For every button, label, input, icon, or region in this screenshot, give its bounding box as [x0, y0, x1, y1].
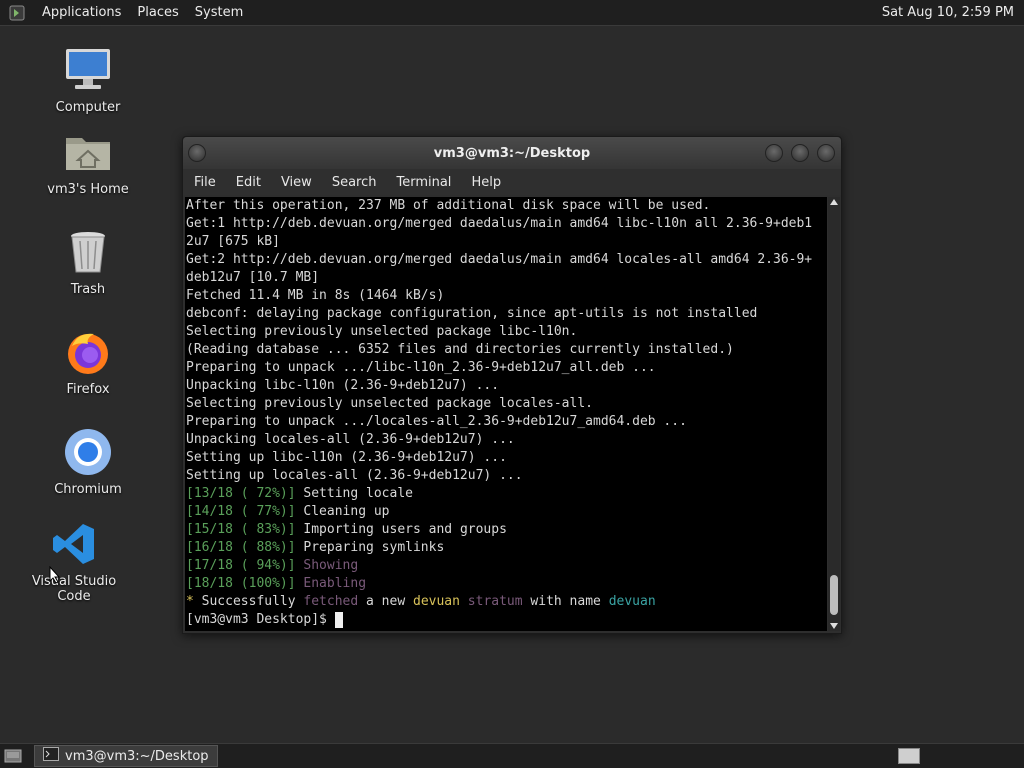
- taskbar-item-label: vm3@vm3:~/Desktop: [65, 748, 209, 764]
- desktop-icon-vscode[interactable]: Visual Studio Code: [14, 518, 134, 604]
- terminal-line: Fetched 11.4 MB in 8s (1464 kB/s): [186, 288, 445, 303]
- desktop-icon-chromium[interactable]: Chromium: [28, 426, 148, 497]
- progress-line: [15/18 ( 83%)] Importing users and group…: [186, 521, 827, 539]
- terminal-line: Unpacking libc-l10n (2.36-9+deb12u7) ...: [186, 378, 500, 393]
- places-menu[interactable]: Places: [129, 5, 186, 20]
- menu-search[interactable]: Search: [322, 175, 387, 190]
- terminal-scrollbar[interactable]: [828, 197, 840, 631]
- terminal-line: 2u7 [675 kB]: [186, 234, 280, 249]
- bottom-panel: vm3@vm3:~/Desktop: [0, 743, 1024, 768]
- progress-text: Cleaning up: [303, 504, 390, 519]
- success-text: with name: [522, 594, 609, 609]
- desktop-icon-label: Trash: [70, 282, 106, 297]
- terminal-line: Selecting previously unselected package …: [186, 324, 578, 339]
- prompt-line: [vm3@vm3 Desktop]$: [186, 611, 827, 629]
- system-menu[interactable]: System: [187, 5, 251, 20]
- close-button[interactable]: [817, 144, 835, 162]
- progress-line: [14/18 ( 77%)] Cleaning up: [186, 503, 827, 521]
- applications-menu[interactable]: Applications: [34, 5, 129, 20]
- success-text: a new: [358, 594, 413, 609]
- trash-icon: [62, 226, 114, 278]
- terminal-line: Selecting previously unselected package …: [186, 396, 593, 411]
- progress-line: [18/18 (100%)] Enabling: [186, 575, 827, 593]
- menu-logo-icon[interactable]: [8, 4, 26, 22]
- success-text: Successfully: [193, 594, 304, 609]
- progress-tag: [17/18 ( 94%)]: [186, 558, 296, 573]
- mouse-pointer-icon: [49, 566, 61, 584]
- terminal-line: (Reading database ... 6352 files and dir…: [186, 342, 734, 357]
- vscode-icon: [48, 518, 100, 570]
- minimize-button[interactable]: [765, 144, 783, 162]
- desktop-icon-firefox[interactable]: Firefox: [28, 326, 148, 397]
- window-title: vm3@vm3:~/Desktop: [433, 145, 591, 161]
- progress-tag: [15/18 ( 83%)]: [186, 522, 296, 537]
- progress-text: Enabling: [303, 576, 367, 591]
- show-desktop-icon[interactable]: [4, 748, 22, 764]
- terminal-line: Setting up locales-all (2.36-9+deb12u7) …: [186, 468, 523, 483]
- terminal-line: After this operation, 237 MB of addition…: [186, 198, 711, 213]
- menu-file[interactable]: File: [183, 175, 226, 190]
- success-word: fetched: [303, 594, 359, 609]
- scrollbar-thumb[interactable]: [830, 575, 838, 615]
- window-menubar: File Edit View Search Terminal Help: [183, 169, 841, 195]
- top-panel: Applications Places System Sat Aug 10, 2…: [0, 0, 1024, 26]
- desktop-icon-label: Computer: [55, 100, 121, 115]
- desktop-icon-computer[interactable]: Computer: [28, 44, 148, 115]
- progress-text: Preparing symlinks: [303, 540, 445, 555]
- terminal-line: Preparing to unpack .../locales-all_2.36…: [186, 414, 687, 429]
- progress-text: Setting locale: [303, 486, 413, 501]
- shell-prompt: [vm3@vm3 Desktop]$: [186, 612, 335, 627]
- text-cursor: [334, 611, 343, 628]
- progress-tag: [13/18 ( 72%)]: [186, 486, 296, 501]
- desktop-icon-label: Chromium: [54, 482, 122, 497]
- progress-text: Showing: [303, 558, 359, 573]
- progress-tag: [14/18 ( 77%)]: [186, 504, 296, 519]
- terminal-line: Get:1 http://deb.devuan.org/merged daeda…: [186, 216, 813, 231]
- maximize-button[interactable]: [791, 144, 809, 162]
- terminal-window: vm3@vm3:~/Desktop File Edit View Search …: [182, 136, 842, 634]
- scroll-down-icon[interactable]: [830, 623, 838, 629]
- progress-line: [17/18 ( 94%)] Showing: [186, 557, 827, 575]
- taskbar-item-terminal[interactable]: vm3@vm3:~/Desktop: [34, 745, 218, 767]
- desktop-icon-label: Visual Studio Code: [31, 574, 117, 604]
- success-word: devuan: [413, 594, 460, 609]
- menu-help[interactable]: Help: [461, 175, 511, 190]
- terminal-line: Unpacking locales-all (2.36-9+deb12u7) .…: [186, 432, 515, 447]
- terminal-line: Preparing to unpack .../libc-l10n_2.36-9…: [186, 360, 656, 375]
- menu-view[interactable]: View: [271, 175, 322, 190]
- home-folder-icon: [62, 126, 114, 178]
- terminal-line: deb12u7 [10.7 MB]: [186, 270, 320, 285]
- window-titlebar[interactable]: vm3@vm3:~/Desktop: [183, 137, 841, 169]
- progress-text: Importing users and groups: [303, 522, 507, 537]
- desktop-icon-trash[interactable]: Trash: [28, 226, 148, 297]
- success-word: stratum: [467, 594, 523, 609]
- progress-line: [13/18 ( 72%)] Setting locale: [186, 485, 827, 503]
- desktop-icon-home[interactable]: vm3's Home: [28, 126, 148, 197]
- desktop-icon-label: Firefox: [66, 382, 110, 397]
- progress-tag: [16/18 ( 88%)]: [186, 540, 296, 555]
- terminal-line: debconf: delaying package configuration,…: [186, 306, 758, 321]
- clock[interactable]: Sat Aug 10, 2:59 PM: [882, 5, 1024, 20]
- success-line: * Successfully fetched a new devuan stra…: [186, 593, 827, 611]
- scroll-up-icon[interactable]: [830, 199, 838, 205]
- terminal-output[interactable]: After this operation, 237 MB of addition…: [185, 197, 827, 631]
- terminal-line: Setting up libc-l10n (2.36-9+deb12u7) ..…: [186, 450, 507, 465]
- terminal-icon: [43, 747, 59, 765]
- computer-icon: [62, 44, 114, 96]
- success-text: [460, 594, 468, 609]
- workspace-switcher[interactable]: [898, 748, 920, 764]
- menu-terminal[interactable]: Terminal: [386, 175, 461, 190]
- window-menu-button[interactable]: [188, 144, 206, 162]
- progress-tag: [18/18 (100%)]: [186, 576, 296, 591]
- success-star: *: [186, 594, 194, 609]
- success-word: devuan: [608, 594, 656, 609]
- progress-line: [16/18 ( 88%)] Preparing symlinks: [186, 539, 827, 557]
- chromium-icon: [62, 426, 114, 478]
- desktop-icon-label: vm3's Home: [47, 182, 129, 197]
- firefox-icon: [62, 326, 114, 378]
- menu-edit[interactable]: Edit: [226, 175, 271, 190]
- terminal-line: Get:2 http://deb.devuan.org/merged daeda…: [186, 252, 813, 267]
